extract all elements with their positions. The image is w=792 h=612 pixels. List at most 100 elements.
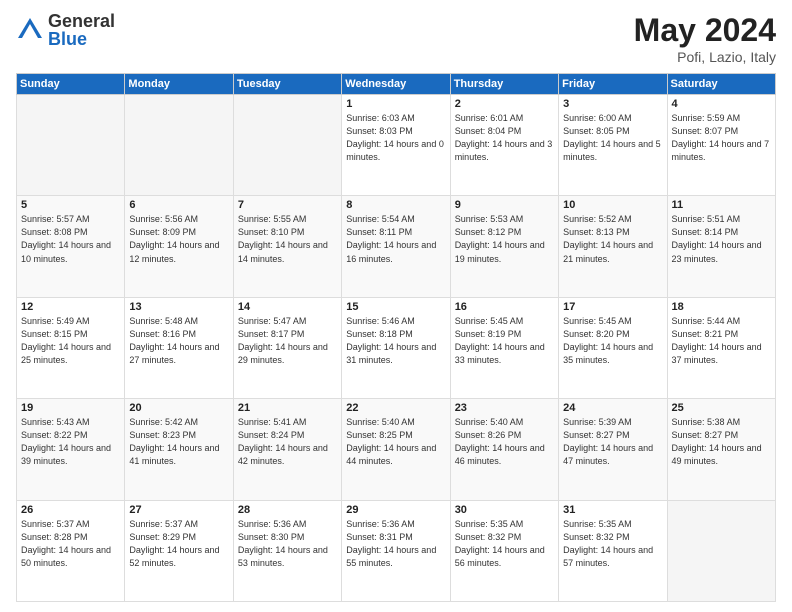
header-friday: Friday — [559, 74, 667, 95]
daylight-text: Daylight: 14 hours and 44 minutes. — [346, 442, 445, 468]
sunset-text: Sunset: 8:25 PM — [346, 429, 445, 442]
sunset-text: Sunset: 8:08 PM — [21, 226, 120, 239]
day-info: Sunrise: 5:35 AMSunset: 8:32 PMDaylight:… — [563, 518, 662, 570]
day-number: 26 — [21, 504, 120, 516]
sunrise-text: Sunrise: 5:36 AM — [238, 518, 337, 531]
daylight-text: Daylight: 14 hours and 19 minutes. — [455, 239, 554, 265]
header-sunday: Sunday — [17, 74, 125, 95]
daylight-text: Daylight: 14 hours and 57 minutes. — [563, 544, 662, 570]
day-number: 7 — [238, 199, 337, 211]
calendar-cell: 27Sunrise: 5:37 AMSunset: 8:29 PMDayligh… — [125, 500, 233, 601]
day-number: 21 — [238, 402, 337, 414]
header-thursday: Thursday — [450, 74, 558, 95]
calendar-cell: 11 Sunrise: 5:51 AMSunset: 8:14 PMDayligh… — [667, 196, 775, 297]
logo: General Blue — [16, 12, 115, 48]
day-info: Sunrise: 5:56 AMSunset: 8:09 PMDaylight:… — [129, 213, 228, 265]
day-number: 3 — [563, 98, 662, 110]
sunrise-text: Sunrise: 5:35 AM — [455, 518, 554, 531]
sunset-text: Sunset: 8:03 PM — [346, 125, 445, 138]
day-number: 9 — [455, 199, 554, 211]
daylight-text: Daylight: 14 hours and 16 minutes. — [346, 239, 445, 265]
logo-general: General — [48, 12, 115, 30]
header: General Blue May 2024 Pofi, Lazio, Italy — [16, 12, 776, 65]
calendar-cell: 24Sunrise: 5:39 AMSunset: 8:27 PMDayligh… — [559, 399, 667, 500]
calendar-cell: 10Sunrise: 5:52 AMSunset: 8:13 PMDayligh… — [559, 196, 667, 297]
day-info: Sunrise: 6:00 AMSunset: 8:05 PMDaylight:… — [563, 112, 662, 164]
day-info: Sunrise: 5:42 AMSunset: 8:23 PMDaylight:… — [129, 416, 228, 468]
daylight-text: Daylight: 14 hours and 7 minutes. — [672, 138, 771, 164]
header-wednesday: Wednesday — [342, 74, 450, 95]
day-info: Sunrise: 5:40 AMSunset: 8:26 PMDaylight:… — [455, 416, 554, 468]
calendar-cell — [233, 95, 341, 196]
sunrise-text: Sunrise: 5:44 AM — [672, 315, 771, 328]
day-number: 11 — [672, 199, 771, 211]
day-info: Sunrise: 5:36 AMSunset: 8:31 PMDaylight:… — [346, 518, 445, 570]
calendar-cell — [17, 95, 125, 196]
calendar-cell: 8Sunrise: 5:54 AMSunset: 8:11 PMDaylight… — [342, 196, 450, 297]
day-info: Sunrise: 5:51 AMSunset: 8:14 PMDaylight:… — [672, 213, 771, 265]
sunrise-text: Sunrise: 6:00 AM — [563, 112, 662, 125]
day-info: Sunrise: 5:36 AMSunset: 8:30 PMDaylight:… — [238, 518, 337, 570]
day-number: 23 — [455, 402, 554, 414]
sunset-text: Sunset: 8:32 PM — [563, 531, 662, 544]
day-number: 28 — [238, 504, 337, 516]
sunset-text: Sunset: 8:16 PM — [129, 328, 228, 341]
daylight-text: Daylight: 14 hours and 0 minutes. — [346, 138, 445, 164]
daylight-text: Daylight: 14 hours and 10 minutes. — [21, 239, 120, 265]
daylight-text: Daylight: 14 hours and 31 minutes. — [346, 341, 445, 367]
sunset-text: Sunset: 8:17 PM — [238, 328, 337, 341]
sunset-text: Sunset: 8:27 PM — [563, 429, 662, 442]
sunset-text: Sunset: 8:30 PM — [238, 531, 337, 544]
day-number: 1 — [346, 98, 445, 110]
calendar-cell: 2Sunrise: 6:01 AMSunset: 8:04 PMDaylight… — [450, 95, 558, 196]
calendar-cell: 20Sunrise: 5:42 AMSunset: 8:23 PMDayligh… — [125, 399, 233, 500]
logo-blue: Blue — [48, 30, 115, 48]
sunset-text: Sunset: 8:22 PM — [21, 429, 120, 442]
day-info: Sunrise: 5:59 AMSunset: 8:07 PMDaylight:… — [672, 112, 771, 164]
sunrise-text: Sunrise: 5:36 AM — [346, 518, 445, 531]
day-info: Sunrise: 5:37 AMSunset: 8:28 PMDaylight:… — [21, 518, 120, 570]
title-location: Pofi, Lazio, Italy — [634, 49, 776, 65]
sunset-text: Sunset: 8:12 PM — [455, 226, 554, 239]
day-info: Sunrise: 5:53 AMSunset: 8:12 PMDaylight:… — [455, 213, 554, 265]
calendar-cell — [667, 500, 775, 601]
day-number: 15 — [346, 301, 445, 313]
sunset-text: Sunset: 8:13 PM — [563, 226, 662, 239]
calendar: Sunday Monday Tuesday Wednesday Thursday… — [16, 73, 776, 602]
day-info: Sunrise: 5:49 AMSunset: 8:15 PMDaylight:… — [21, 315, 120, 367]
calendar-cell: 18Sunrise: 5:44 AMSunset: 8:21 PMDayligh… — [667, 297, 775, 398]
day-info: Sunrise: 5:55 AMSunset: 8:10 PMDaylight:… — [238, 213, 337, 265]
day-number: 22 — [346, 402, 445, 414]
daylight-text: Daylight: 14 hours and 49 minutes. — [672, 442, 771, 468]
day-number: 24 — [563, 402, 662, 414]
day-number: 16 — [455, 301, 554, 313]
sunrise-text: Sunrise: 5:55 AM — [238, 213, 337, 226]
sunrise-text: Sunrise: 6:03 AM — [346, 112, 445, 125]
calendar-cell: 1 Sunrise: 6:03 AMSunset: 8:03 PMDaylight… — [342, 95, 450, 196]
sunrise-text: Sunrise: 5:42 AM — [129, 416, 228, 429]
day-info: Sunrise: 5:35 AMSunset: 8:32 PMDaylight:… — [455, 518, 554, 570]
day-number: 5 — [21, 199, 120, 211]
day-info: Sunrise: 5:40 AMSunset: 8:25 PMDaylight:… — [346, 416, 445, 468]
day-number: 27 — [129, 504, 228, 516]
sunset-text: Sunset: 8:09 PM — [129, 226, 228, 239]
daylight-text: Daylight: 14 hours and 5 minutes. — [563, 138, 662, 164]
day-info: Sunrise: 5:43 AMSunset: 8:22 PMDaylight:… — [21, 416, 120, 468]
sunrise-text: Sunrise: 5:43 AM — [21, 416, 120, 429]
calendar-week-2: 12Sunrise: 5:49 AMSunset: 8:15 PMDayligh… — [17, 297, 776, 398]
sunset-text: Sunset: 8:29 PM — [129, 531, 228, 544]
day-number: 14 — [238, 301, 337, 313]
sunset-text: Sunset: 8:15 PM — [21, 328, 120, 341]
daylight-text: Daylight: 14 hours and 14 minutes. — [238, 239, 337, 265]
sunrise-text: Sunrise: 5:52 AM — [563, 213, 662, 226]
day-info: Sunrise: 5:45 AMSunset: 8:19 PMDaylight:… — [455, 315, 554, 367]
calendar-cell: 31Sunrise: 5:35 AMSunset: 8:32 PMDayligh… — [559, 500, 667, 601]
logo-text: General Blue — [48, 12, 115, 48]
calendar-cell: 30Sunrise: 5:35 AMSunset: 8:32 PMDayligh… — [450, 500, 558, 601]
sunrise-text: Sunrise: 5:56 AM — [129, 213, 228, 226]
day-number: 19 — [21, 402, 120, 414]
calendar-cell: 22 Sunrise: 5:40 AMSunset: 8:25 PMDayligh… — [342, 399, 450, 500]
sunset-text: Sunset: 8:14 PM — [672, 226, 771, 239]
day-number: 10 — [563, 199, 662, 211]
daylight-text: Daylight: 14 hours and 25 minutes. — [21, 341, 120, 367]
